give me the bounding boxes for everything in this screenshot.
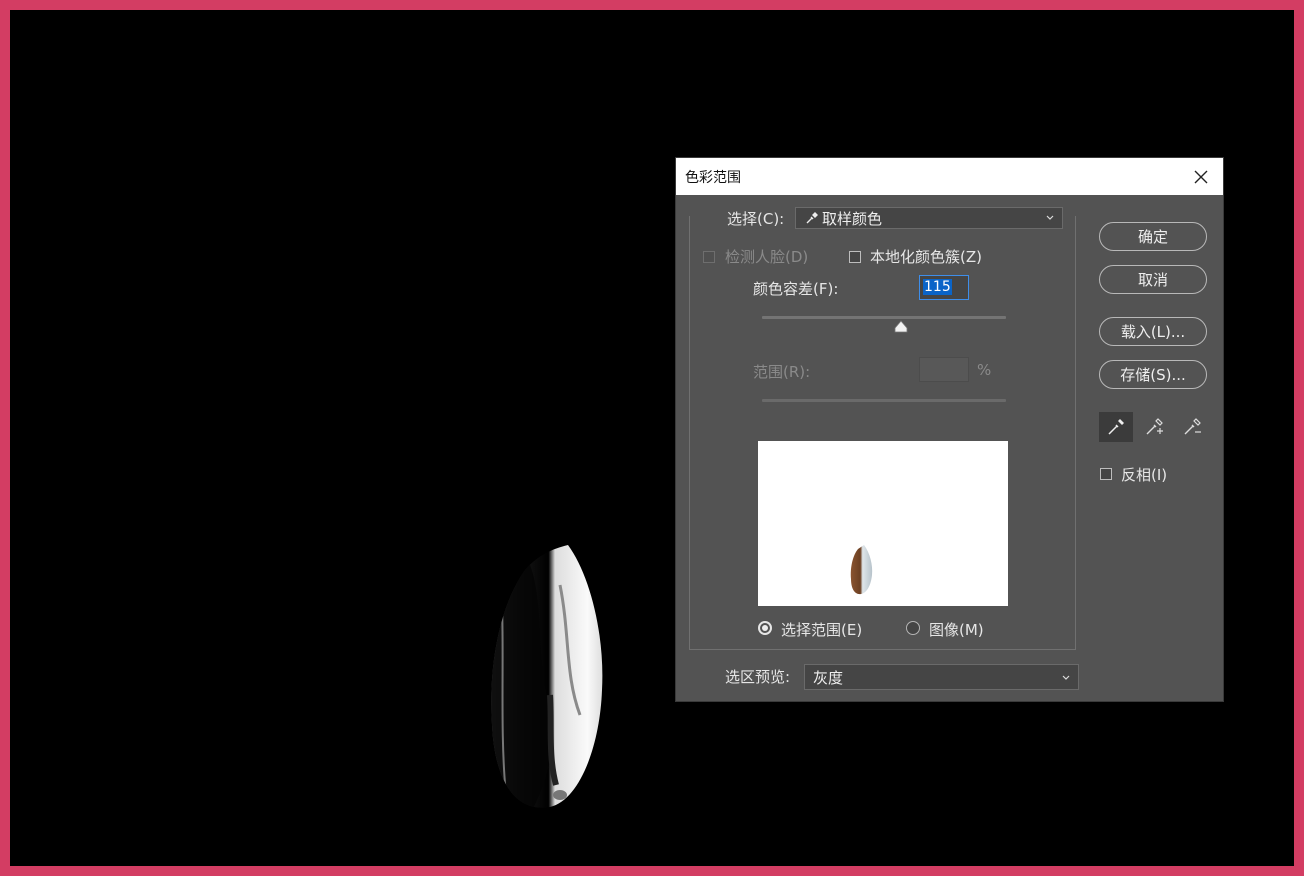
select-value: 取样颜色 [822,209,883,228]
eyedropper-tool-button[interactable] [1099,412,1133,442]
load-button[interactable]: 载入(L)... [1099,317,1207,346]
detect-faces-label: 检测人脸(D) [725,248,809,266]
eyedropper-icon [1108,419,1124,435]
close-icon [1194,170,1208,184]
localized-clusters-label: 本地化颜色簇(Z) [870,248,982,266]
range-label: 范围(R): [753,363,811,381]
add-to-sample-button[interactable] [1137,412,1171,442]
eyedropper-minus-icon [1184,418,1201,435]
eyedropper-plus-icon [1146,418,1163,435]
preview-thumbnail [850,545,873,595]
percent-sign: % [977,361,992,379]
close-button[interactable] [1189,165,1213,189]
color-range-dialog: 色彩范围 选择(C): 取样颜色 检测人脸(D) 本地化颜色簇(Z) 颜色容差(… [676,158,1223,701]
title-bar: 色彩范围 [676,158,1223,195]
slider-thumb-icon[interactable] [894,320,908,333]
invert-label: 反相(I) [1121,466,1168,484]
selection-preview [758,441,1008,606]
radio-selection-label: 选择范围(E) [781,621,863,639]
radio-image[interactable] [906,621,920,635]
detect-faces-checkbox[interactable] [703,251,715,263]
invert-checkbox[interactable] [1100,468,1112,480]
ok-button[interactable]: 确定 [1099,222,1207,251]
dialog-title: 色彩范围 [685,170,741,186]
chevron-down-icon [1046,215,1054,220]
fuzziness-label: 颜色容差(F): [753,280,839,298]
chevron-down-icon [1062,675,1070,680]
selection-preview-dropdown[interactable]: 灰度 [804,664,1079,690]
range-input[interactable] [919,357,969,382]
range-slider[interactable] [762,399,1006,402]
leaf-image [491,545,603,808]
subtract-from-sample-button[interactable] [1175,412,1209,442]
fuzziness-input[interactable]: 115 [919,275,969,300]
select-label: 选择(C): [727,210,785,228]
fuzziness-slider[interactable] [762,316,1006,319]
radio-selection[interactable] [758,621,772,635]
select-dropdown[interactable]: 取样颜色 [795,207,1063,229]
save-button[interactable]: 存储(S)... [1099,360,1207,389]
fuzziness-value: 115 [923,279,952,295]
selection-preview-value: 灰度 [813,668,844,687]
eyedropper-icon [806,211,818,223]
localized-clusters-checkbox[interactable] [849,251,861,263]
cancel-button[interactable]: 取消 [1099,265,1207,294]
radio-image-label: 图像(M) [929,621,984,639]
selection-preview-label: 选区预览: [725,668,791,686]
